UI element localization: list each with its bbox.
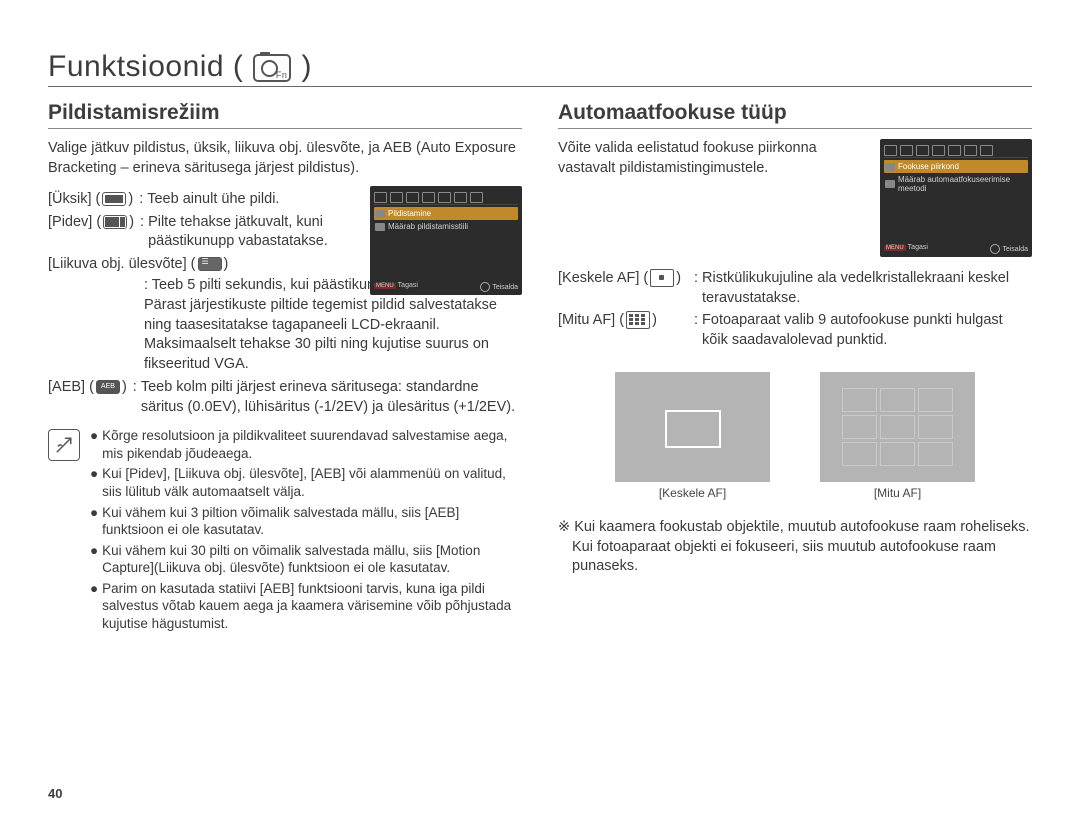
multi-af-desc: Fotoaparaat valib 9 autofookuse punkti h… [702, 311, 1032, 350]
note-list: ●Kõrge resolutsioon ja pildikvaliteet su… [90, 427, 522, 635]
left-sub-rule [48, 128, 522, 129]
menu-tag-2: MENU [884, 245, 906, 251]
move-text-2: Teisalda [1002, 246, 1028, 253]
center-af-label: [Keskele AF] () [558, 269, 688, 289]
note-1: Kui [Pidev], [Liikuva obj. ülesvõte], [A… [102, 465, 522, 500]
chapter-title-close: ) [301, 50, 312, 84]
right-camera-screenshot: Fookuse piirkond Määrab automaatfokuseer… [880, 139, 1032, 257]
back-text: Tagasi [398, 282, 418, 289]
shot-row2: Määrab pildistamisstiili [388, 222, 468, 231]
menu-tag: MENU [374, 283, 396, 289]
note-0: Kõrge resolutsioon ja pildikvaliteet suu… [102, 427, 522, 462]
af-footnote: ※ Kui kaamera fookustab objektile, muutu… [558, 518, 1032, 577]
multi-af-label: [Mitu AF] () [558, 311, 688, 331]
aeb-icon: AEB [96, 380, 120, 394]
left-camera-screenshot: Pildistamine Määrab pildistamisstiili ME… [370, 186, 522, 295]
left-subtitle: Pildistamisrežiim [48, 101, 522, 125]
page-number: 40 [48, 786, 62, 801]
shot2-row2: Määrab automaatfokuseerimise meetodi [898, 175, 1027, 193]
back-text-2: Tagasi [908, 244, 928, 251]
aeb-desc: Teeb kolm pilti järjest erineva särituse… [141, 378, 522, 417]
note-4: Parim on kasutada statiivi [AEB] funktsi… [102, 580, 522, 633]
center-af-caption: [Keskele AF] [615, 486, 770, 500]
right-subtitle: Automaatfookuse tüüp [558, 101, 1032, 125]
chapter-rule [48, 86, 1032, 87]
pidev-label: [Pidev] () [48, 213, 134, 233]
shot2-row1: Fookuse piirkond [898, 162, 959, 171]
center-af-figure [615, 372, 770, 482]
note-3: Kui vähem kui 30 pilti on võimalik salve… [102, 542, 522, 577]
multi-af-icon [626, 311, 650, 329]
liikuva-label: [Liikuva obj. ülesvõte] () [48, 256, 228, 272]
note-2: Kui vähem kui 3 piltion võimalik salvest… [102, 504, 522, 539]
pidev-desc: Pilte tehakse jätkuvalt, kuni päästikunu… [148, 213, 368, 252]
center-af-icon [650, 269, 674, 287]
shot-row1: Pildistamine [388, 209, 431, 218]
center-af-desc: Ristkülikukujuline ala vedelkristallekra… [702, 269, 1032, 308]
camera-fn-icon [253, 54, 291, 82]
move-text: Teisalda [492, 284, 518, 291]
chapter-title: Funktsioonid ( ) [48, 50, 1032, 84]
continuous-shot-icon [103, 215, 127, 229]
multi-af-figure [820, 372, 975, 482]
multi-af-caption: [Mitu AF] [820, 486, 975, 500]
left-intro: Valige jätkuv pildistus, üksik, liikuva … [48, 139, 522, 178]
aeb-label: [AEB] (AEB) [48, 378, 127, 398]
uksik-desc: Teeb ainult ühe pildi. [147, 190, 368, 210]
note-icon [48, 429, 80, 461]
chapter-title-text: Funktsioonid ( [48, 50, 243, 84]
uksik-label: [Üksik] () [48, 190, 133, 210]
motion-capture-icon [198, 257, 222, 271]
right-intro: Võite valida eelistatud fookuse piirkonn… [558, 139, 858, 178]
single-shot-icon [102, 192, 126, 206]
right-sub-rule [558, 128, 1032, 129]
